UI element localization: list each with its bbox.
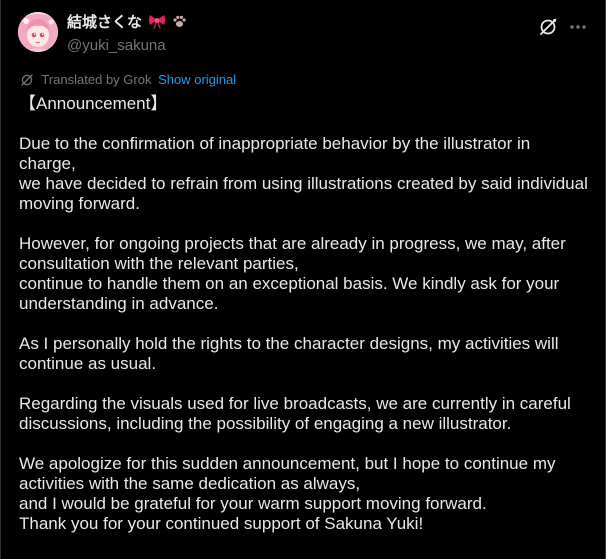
paw-icon — [172, 14, 187, 35]
translation-label: Translated by Grok — [41, 72, 152, 87]
paragraph-line: We apologize for this sudden announcemen… — [19, 454, 556, 493]
display-name[interactable]: 結城さくな — [67, 13, 187, 35]
paragraph-line: However, for ongoing projects that are a… — [19, 234, 566, 273]
announcement-heading: 【Announcement】 — [19, 94, 168, 113]
post-text: 【Announcement】 Due to the confirmation o… — [19, 94, 589, 534]
grok-icon[interactable] — [537, 16, 559, 38]
grok-translate-icon — [21, 74, 33, 86]
avatar[interactable] — [18, 12, 58, 52]
translation-notice: Translated by Grok Show original — [20, 71, 236, 89]
user-names: 結城さくな @yuki_sakuna — [67, 13, 187, 56]
paragraph-line: continue to handle them on an exceptiona… — [19, 274, 560, 313]
paragraph-line: we have decided to refrain from using il… — [19, 174, 588, 213]
ribbon-icon — [148, 13, 166, 35]
paragraph-line: As I personally hold the rights to the c… — [19, 334, 559, 373]
avatar-illustration — [18, 12, 58, 52]
paragraph-line: and I would be grateful for your warm su… — [19, 494, 487, 513]
post-card: 結城さくな @yuki_sakuna Translated by Grok Sh… — [0, 0, 606, 559]
paragraph-line: Due to the confirmation of inappropriate… — [19, 134, 531, 173]
user-handle[interactable]: @yuki_sakuna — [67, 36, 187, 56]
display-name-text[interactable]: 結城さくな — [67, 14, 142, 31]
paragraph-line: Thank you for your continued support of … — [19, 514, 424, 533]
show-original-link[interactable]: Show original — [158, 72, 236, 87]
more-options-icon[interactable] — [567, 16, 589, 38]
paragraph-line: Regarding the visuals used for live broa… — [19, 394, 571, 433]
post-header: 結城さくな @yuki_sakuna — [18, 12, 589, 56]
